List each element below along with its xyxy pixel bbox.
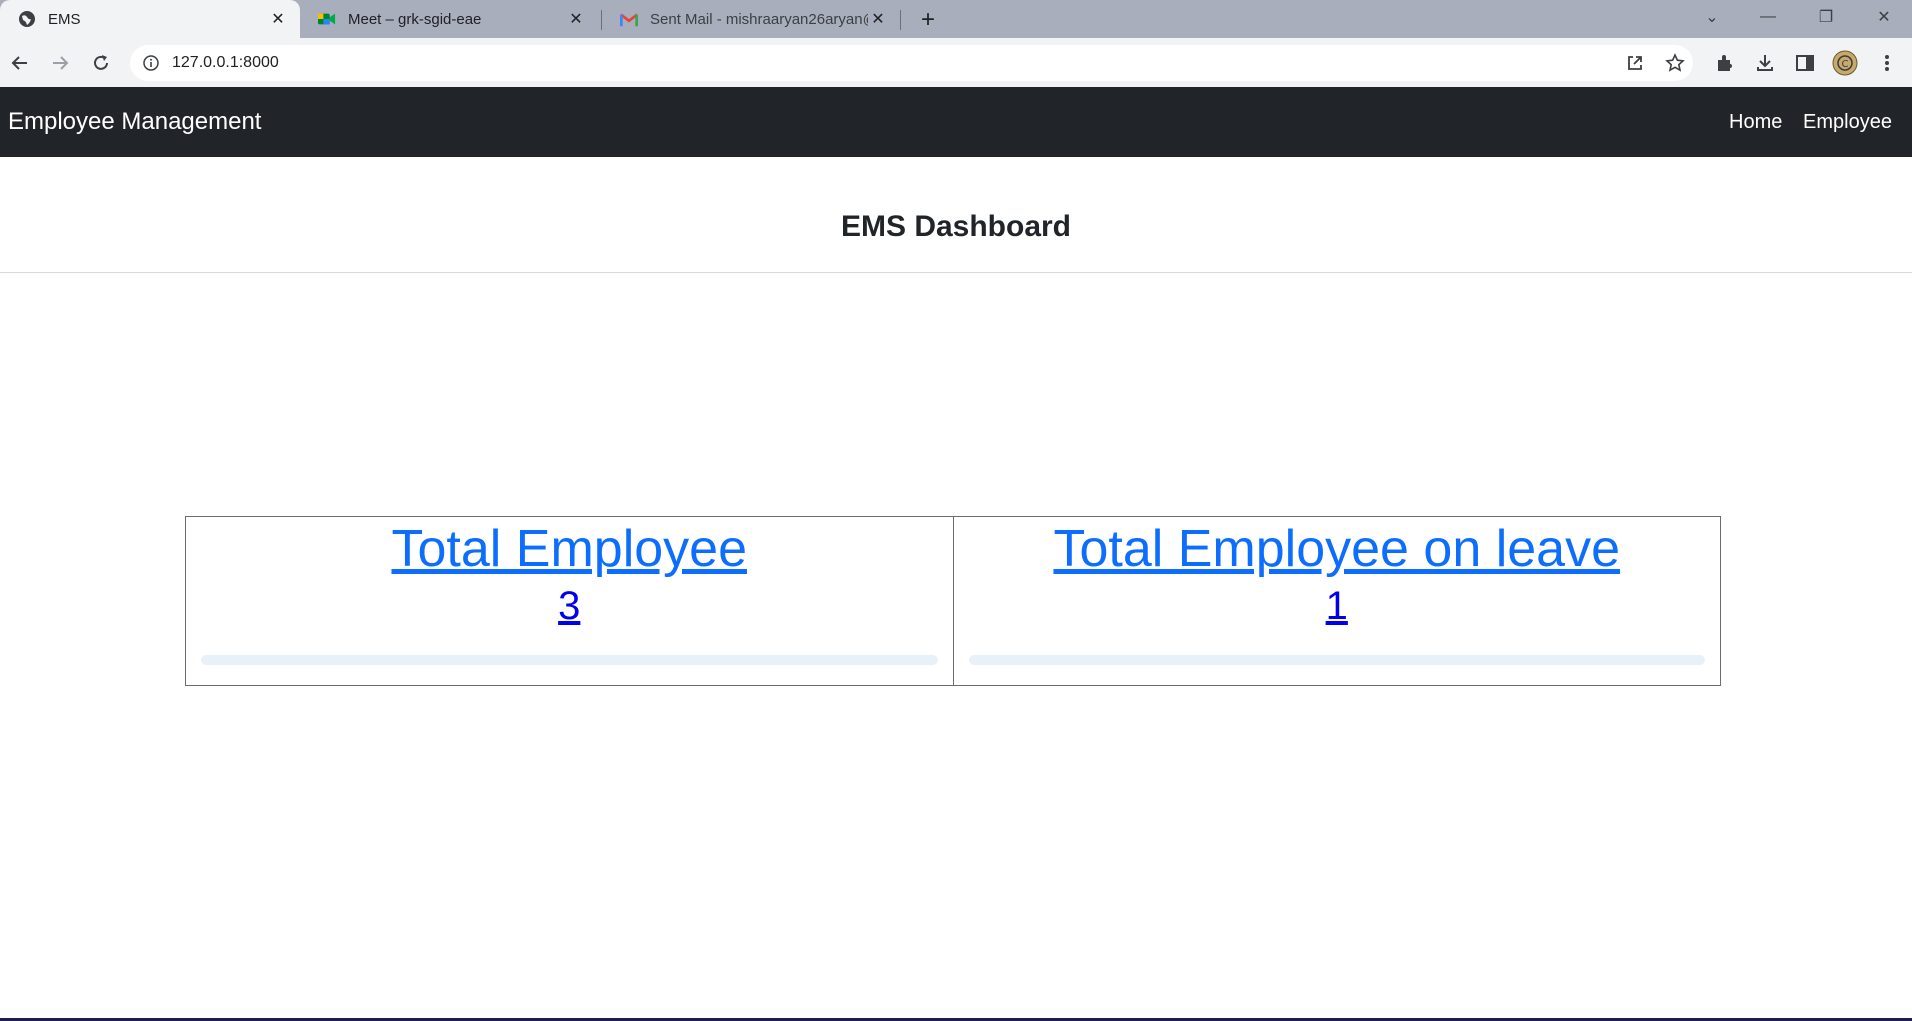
profile-avatar[interactable]: C bbox=[1830, 48, 1860, 78]
new-tab-button[interactable]: + bbox=[914, 6, 942, 34]
browser-tab-strip: EMS ✕ Meet – grk-sgid-eae ✕ Sent Mail - … bbox=[0, 0, 1912, 38]
window-close-button[interactable]: ✕ bbox=[1856, 0, 1912, 34]
menu-dots-icon[interactable] bbox=[1872, 48, 1902, 78]
minimize-button[interactable]: — bbox=[1740, 0, 1796, 34]
nav-link-employee[interactable]: Employee bbox=[1803, 87, 1892, 157]
progress-bar bbox=[968, 655, 1705, 665]
employee-on-leave-value-wrap: 1 bbox=[954, 584, 1721, 629]
reload-button[interactable] bbox=[85, 47, 117, 79]
svg-text:C: C bbox=[1842, 59, 1849, 70]
tab-ems[interactable]: EMS ✕ bbox=[0, 0, 300, 38]
back-button[interactable] bbox=[4, 47, 36, 79]
divider bbox=[0, 272, 1912, 273]
page-title: EMS Dashboard bbox=[840, 210, 1072, 243]
extensions-icon[interactable] bbox=[1710, 48, 1740, 78]
tab-meet[interactable]: Meet – grk-sgid-eae ✕ bbox=[300, 0, 598, 38]
card-total-employee: Total Employee 3 bbox=[186, 517, 953, 685]
globe-icon bbox=[18, 10, 36, 28]
info-icon[interactable] bbox=[142, 54, 160, 72]
employee-on-leave-count[interactable]: 1 bbox=[1326, 584, 1348, 628]
meet-icon bbox=[318, 10, 336, 28]
share-icon[interactable] bbox=[1620, 48, 1650, 78]
tab-search-icon[interactable]: ⌄ bbox=[1684, 0, 1740, 34]
tab-title: Meet – grk-sgid-eae bbox=[348, 10, 482, 28]
close-icon[interactable]: ✕ bbox=[566, 9, 586, 29]
forward-button[interactable] bbox=[44, 47, 76, 79]
close-icon[interactable]: ✕ bbox=[268, 9, 288, 29]
total-employee-value-wrap: 3 bbox=[186, 584, 953, 629]
close-icon[interactable]: ✕ bbox=[868, 9, 888, 29]
card-employee-on-leave: Total Employee on leave 1 bbox=[952, 517, 1721, 685]
stats-table: Total Employee 3 Total Employee on leave… bbox=[185, 516, 1721, 686]
bookmark-star-icon[interactable] bbox=[1660, 48, 1690, 78]
address-bar[interactable]: 127.0.0.1:8000 bbox=[130, 45, 1693, 81]
side-panel-icon[interactable] bbox=[1790, 48, 1820, 78]
gmail-icon bbox=[620, 10, 638, 28]
total-employee-link[interactable]: Total Employee bbox=[391, 520, 747, 578]
tab-separator bbox=[900, 10, 901, 30]
nav-link-home[interactable]: Home bbox=[1729, 87, 1782, 157]
employee-on-leave-link[interactable]: Total Employee on leave bbox=[1053, 520, 1620, 578]
progress-bar bbox=[201, 655, 938, 665]
download-icon[interactable] bbox=[1750, 48, 1780, 78]
url-text: 127.0.0.1:8000 bbox=[172, 54, 279, 71]
tab-gmail[interactable]: Sent Mail - mishraaryan26aryan@ ✕ bbox=[602, 0, 900, 38]
navbar: Employee Management Home Employee bbox=[0, 87, 1912, 157]
navbar-brand[interactable]: Employee Management bbox=[8, 87, 261, 157]
tab-title: EMS bbox=[48, 10, 81, 28]
total-employee-count[interactable]: 3 bbox=[558, 584, 580, 628]
restore-button[interactable]: ❐ bbox=[1798, 0, 1854, 34]
tab-title: Sent Mail - mishraaryan26aryan@ bbox=[650, 10, 868, 28]
